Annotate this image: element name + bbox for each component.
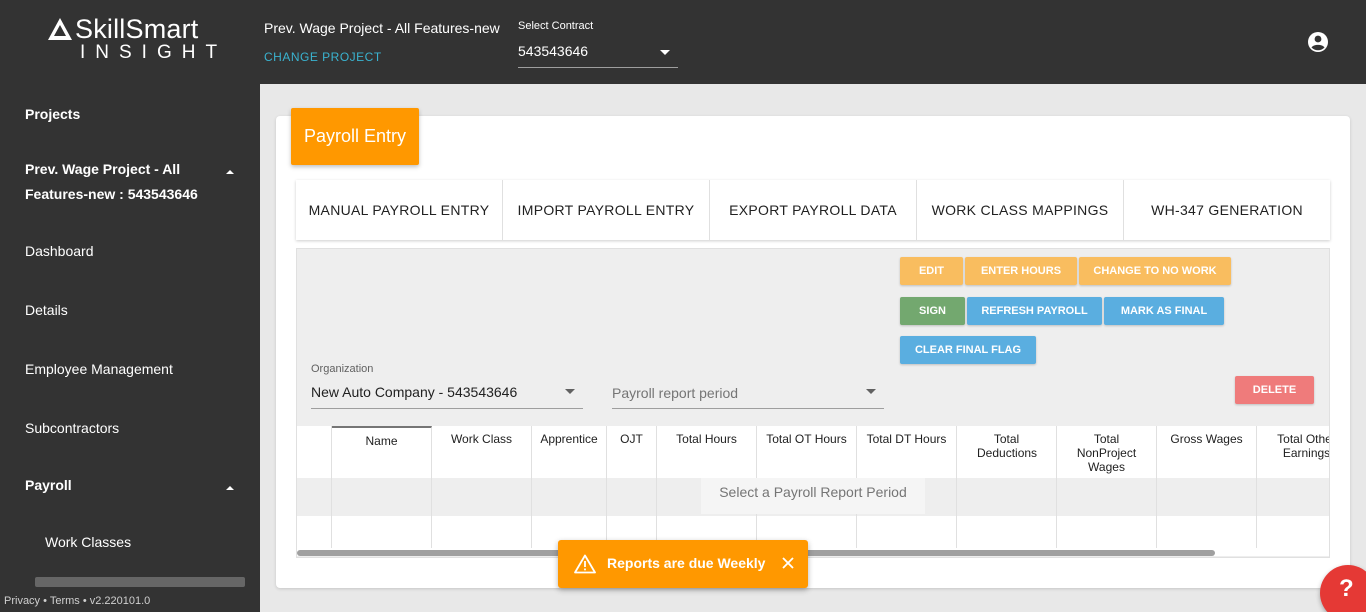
sidebar-item-details[interactable]: Details (25, 302, 68, 318)
tab-import-payroll-entry[interactable]: IMPORT PAYROLL ENTRY (503, 180, 710, 240)
close-icon[interactable] (780, 555, 796, 571)
logo-subtitle: INSIGHT (80, 42, 228, 63)
column-header-name[interactable]: Name (332, 426, 432, 478)
change-to-no-work-button[interactable]: CHANGE TO NO WORK (1079, 257, 1231, 285)
payroll-table: Name Work Class Apprentice OJT Total Hou… (297, 426, 1329, 556)
sidebar-item-current-project-line2[interactable]: Features-new : 543543646 (25, 186, 198, 202)
project-title: Prev. Wage Project - All Features-new (264, 20, 500, 36)
warning-icon (574, 554, 596, 574)
toast-message: Reports are due Weekly (607, 555, 766, 571)
account-circle-icon[interactable] (1306, 30, 1330, 54)
sidebar: Projects Prev. Wage Project - All Featur… (0, 84, 260, 612)
organization-label: Organization (311, 363, 374, 375)
delete-button[interactable]: DELETE (1235, 376, 1314, 404)
skillsmart-logo[interactable]: SkillSmart INSIGHT (40, 12, 230, 66)
column-header-total-deductions[interactable]: Total Deductions (957, 426, 1057, 478)
edit-button[interactable]: EDIT (900, 257, 963, 285)
organization-select[interactable]: New Auto Company - 543543646 (311, 378, 583, 409)
column-header-gross-wages[interactable]: Gross Wages (1157, 426, 1257, 478)
column-header-select[interactable] (297, 426, 332, 478)
tab-wh347-generation[interactable]: WH-347 GENERATION (1124, 180, 1330, 240)
sidebar-item-projects[interactable]: Projects (25, 106, 80, 122)
sidebar-item-employee-management[interactable]: Employee Management (25, 361, 173, 377)
footer-links[interactable]: Privacy • Terms • v2.220101.0 (4, 595, 150, 607)
organization-value: New Auto Company - 543543646 (311, 384, 518, 400)
sidebar-item-payroll[interactable]: Payroll (25, 477, 72, 493)
enter-hours-button[interactable]: ENTER HOURS (965, 257, 1077, 285)
tab-work-class-mappings[interactable]: WORK CLASS MAPPINGS (917, 180, 1124, 240)
column-header-ojt[interactable]: OJT (607, 426, 657, 478)
sidebar-item-work-classes[interactable]: Work Classes (45, 534, 131, 550)
chevron-down-icon (565, 389, 575, 394)
table-row (297, 516, 1329, 548)
mark-as-final-button[interactable]: MARK AS FINAL (1104, 297, 1224, 325)
notification-toast: Reports are due Weekly (558, 540, 808, 588)
column-header-total-nonproject-wages[interactable]: Total NonProject Wages (1057, 426, 1157, 478)
column-header-apprentice[interactable]: Apprentice (532, 426, 607, 478)
column-header-total-other-earnings[interactable]: Total Other Earnings (1257, 426, 1329, 478)
top-bar: SkillSmart INSIGHT Prev. Wage Project - … (0, 0, 1366, 84)
sidebar-scrollbar[interactable] (35, 577, 245, 587)
chevron-up-icon[interactable] (226, 486, 234, 490)
column-header-total-dt-hours[interactable]: Total DT Hours (857, 426, 957, 478)
contract-label: Select Contract (518, 20, 594, 32)
payroll-period-placeholder: Payroll report period (612, 385, 739, 401)
help-label: ? (1339, 575, 1354, 602)
clear-final-flag-button[interactable]: CLEAR FINAL FLAG (900, 336, 1036, 364)
refresh-payroll-button[interactable]: REFRESH PAYROLL (967, 297, 1102, 325)
sidebar-item-dashboard[interactable]: Dashboard (25, 243, 94, 259)
logo-triangle-icon (48, 18, 72, 40)
column-header-total-ot-hours[interactable]: Total OT Hours (757, 426, 857, 478)
chevron-up-icon[interactable] (226, 170, 234, 174)
chevron-down-icon (660, 50, 670, 55)
chevron-down-icon (866, 389, 876, 394)
tab-manual-payroll-entry[interactable]: MANUAL PAYROLL ENTRY (296, 180, 503, 240)
payroll-period-select[interactable]: Payroll report period (612, 378, 884, 409)
logo-name: SkillSmart (75, 14, 199, 44)
tab-export-payroll-data[interactable]: EXPORT PAYROLL DATA (710, 180, 917, 240)
sidebar-item-subcontractors[interactable]: Subcontractors (25, 420, 119, 436)
sign-button[interactable]: SIGN (900, 297, 965, 325)
column-header-total-hours[interactable]: Total Hours (657, 426, 757, 478)
column-header-work-class[interactable]: Work Class (432, 426, 532, 478)
contract-value: 543543646 (518, 43, 589, 59)
payroll-tabs: MANUAL PAYROLL ENTRY IMPORT PAYROLL ENTR… (296, 180, 1330, 240)
table-header: Name Work Class Apprentice OJT Total Hou… (297, 426, 1329, 478)
page-title: Payroll Entry (291, 108, 419, 165)
contract-select[interactable]: 543543646 (518, 36, 678, 68)
table-empty-message: Select a Payroll Report Period (701, 478, 925, 514)
change-project-link[interactable]: CHANGE PROJECT (264, 50, 382, 64)
sidebar-item-current-project-line1[interactable]: Prev. Wage Project - All (25, 161, 180, 177)
